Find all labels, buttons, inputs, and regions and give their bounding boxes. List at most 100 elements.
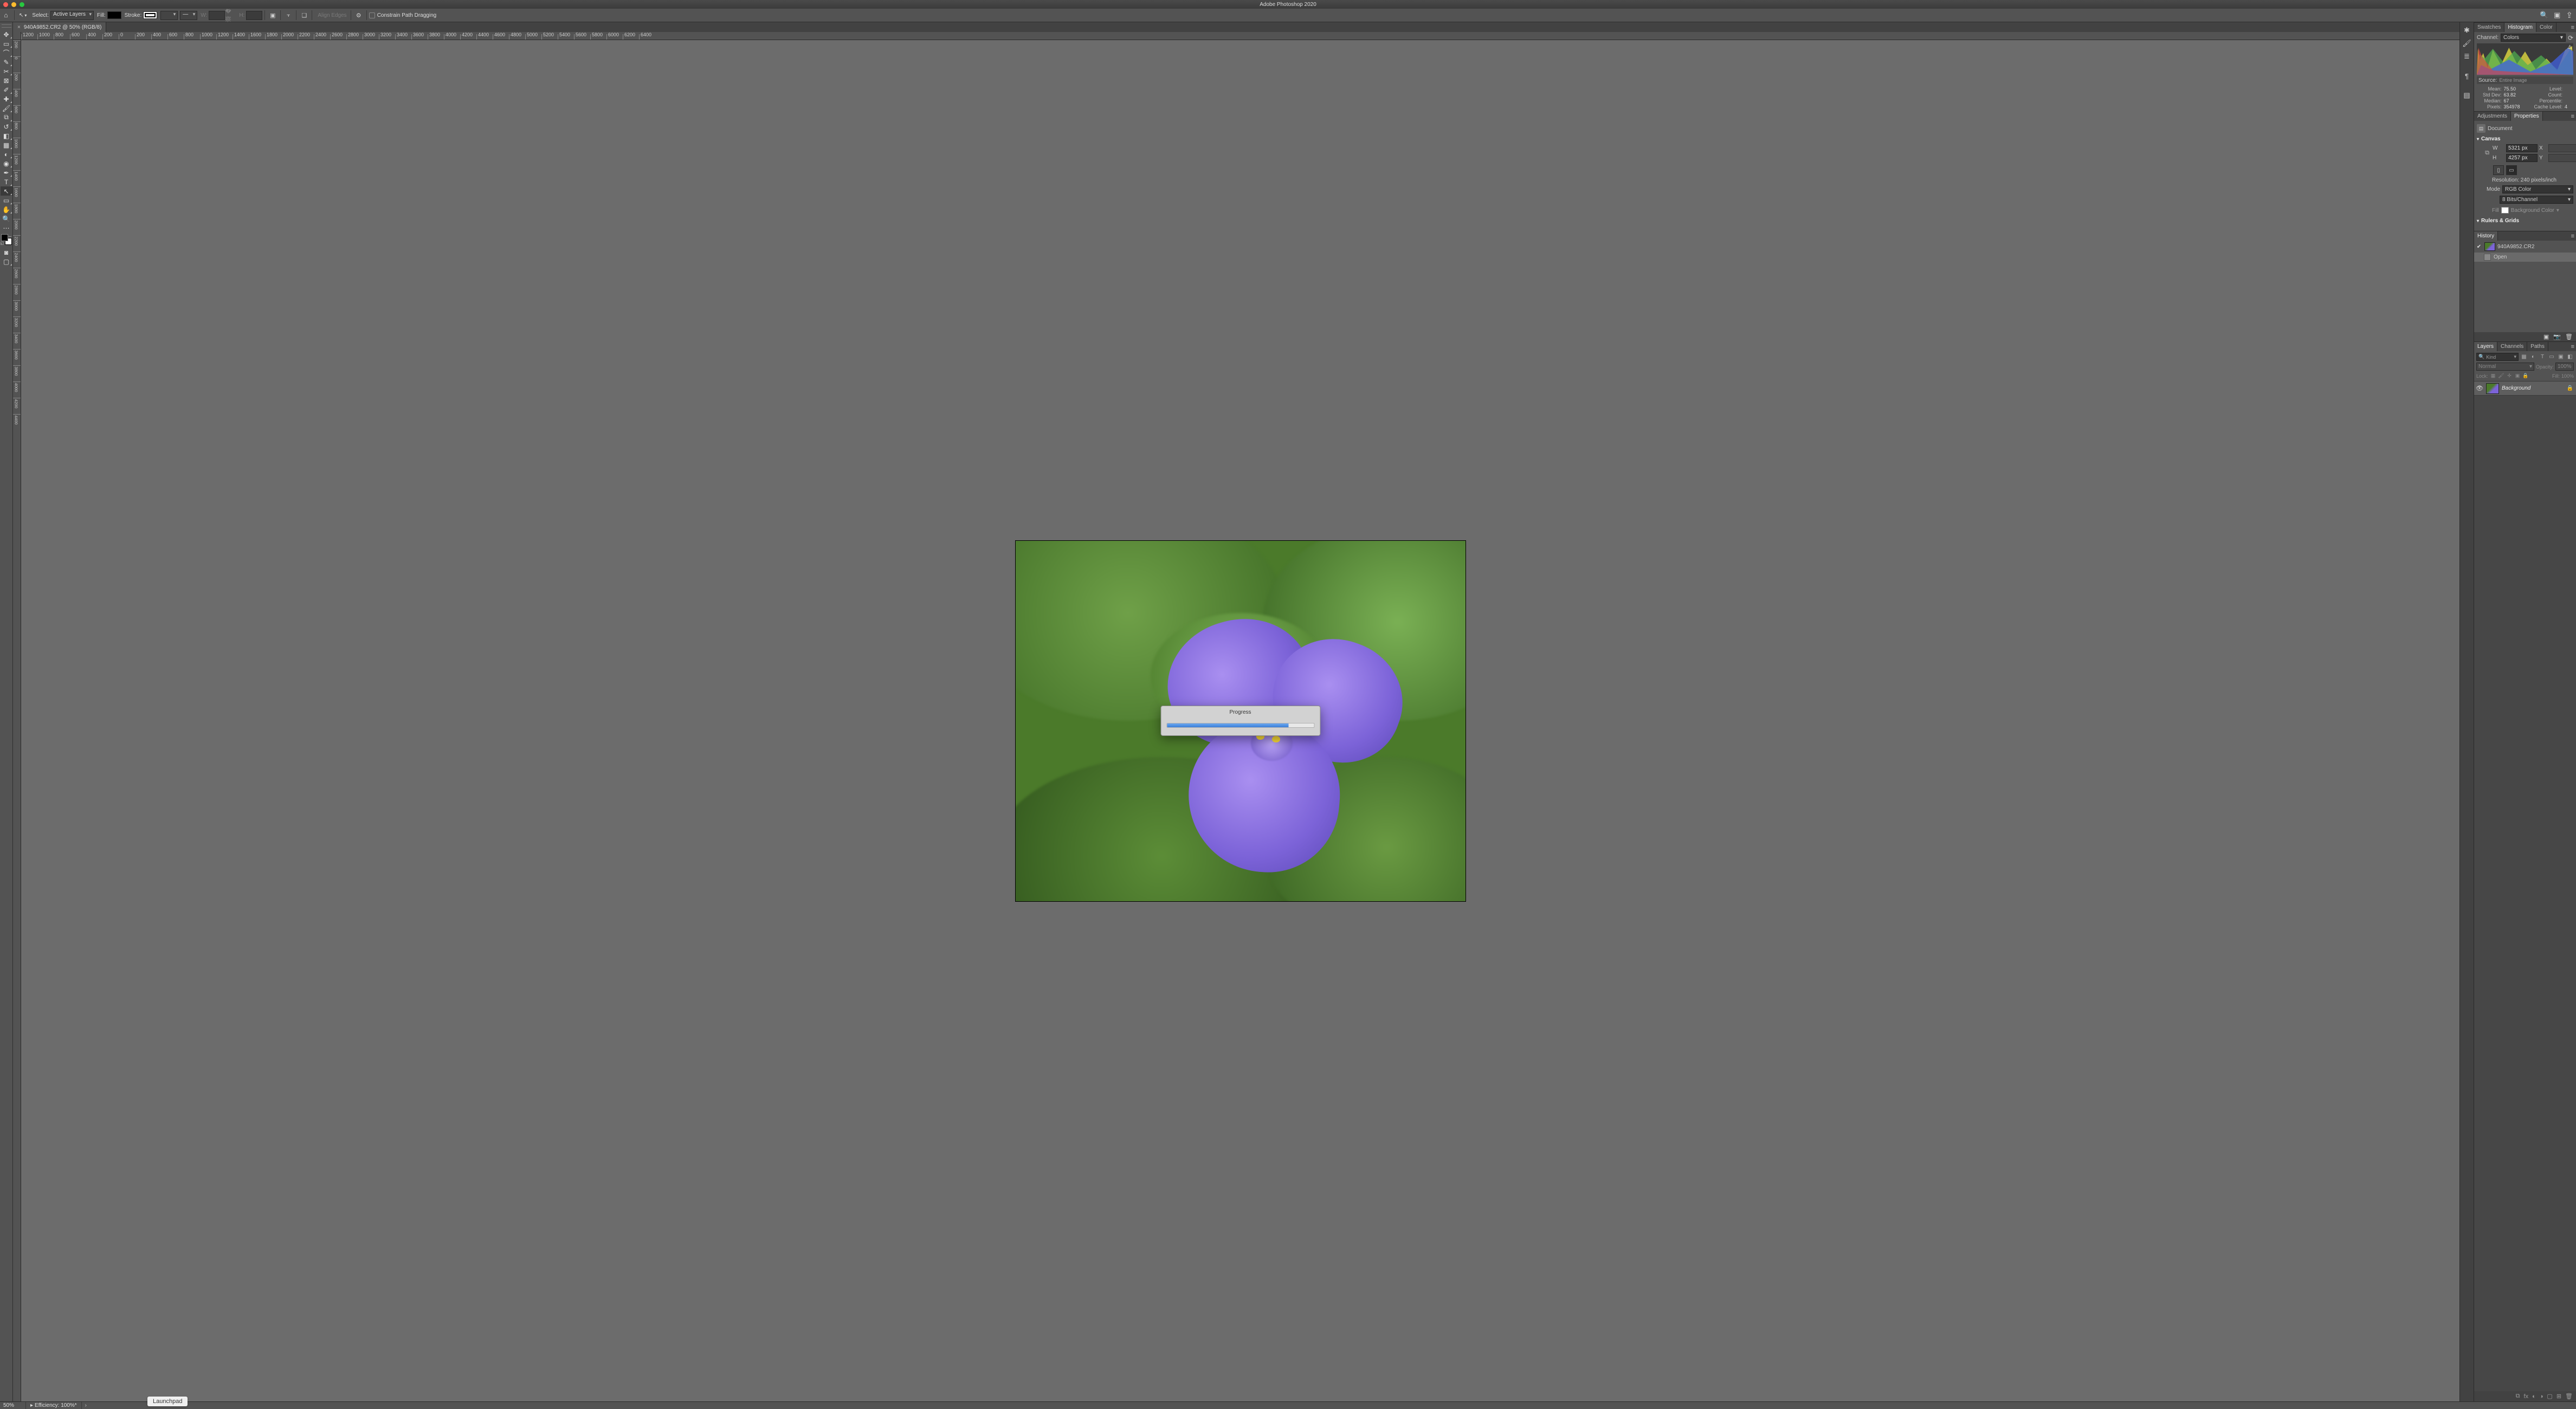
brushes-panel-icon[interactable]: ✱ xyxy=(2461,24,2473,36)
stroke-width-field[interactable] xyxy=(160,11,178,20)
portrait-button[interactable]: ▯ xyxy=(2493,165,2504,175)
tool-preset-picker[interactable]: ↖▾ xyxy=(17,12,29,18)
layer-row[interactable]: 👁 Background 🔒 xyxy=(2474,382,2576,396)
color-mode-dropdown[interactable]: RGB Color▾ xyxy=(2502,185,2573,193)
cache-warning-icon[interactable]: ⚠ xyxy=(2567,44,2572,50)
search-icon[interactable]: 🔍 xyxy=(2540,11,2548,20)
quick-mask-button[interactable]: ◙ xyxy=(1,248,12,257)
layer-thumbnail[interactable] xyxy=(2486,383,2499,394)
link-dimensions-icon[interactable]: ⧉ xyxy=(2483,150,2491,157)
canvas-width-field[interactable] xyxy=(2506,144,2538,152)
vertical-ruler[interactable]: 2000200400600800100012001400160018002000… xyxy=(13,40,21,1401)
type-tool[interactable]: T xyxy=(1,177,12,186)
zoom-field[interactable]: 50% xyxy=(0,1402,26,1409)
width-field[interactable] xyxy=(209,11,225,20)
filter-toggle[interactable]: ◧ xyxy=(2566,353,2574,361)
filter-pixel-icon[interactable]: ▦ xyxy=(2520,353,2528,361)
toolbox-grip[interactable] xyxy=(2,24,11,28)
layer-name[interactable]: Background xyxy=(2502,385,2564,391)
fill-swatch[interactable] xyxy=(107,11,121,19)
stroke-style-dropdown[interactable]: — xyxy=(180,11,197,20)
path-alignment-button[interactable]: ⫟ xyxy=(283,10,294,21)
clone-stamp-tool[interactable]: ⧉ xyxy=(1,113,12,122)
lock-all-icon[interactable]: 🔒 xyxy=(2522,372,2529,379)
layers-panel-menu[interactable]: ≡ xyxy=(2571,344,2574,350)
rectangle-tool[interactable]: ▭ xyxy=(1,196,12,205)
histogram-graph[interactable]: ⚠ xyxy=(2477,43,2573,75)
lock-pixels-icon[interactable]: 🖌 xyxy=(2498,372,2505,379)
screen-mode-button[interactable]: ▢ xyxy=(1,257,12,266)
canvas-fill-swatch[interactable] xyxy=(2501,207,2509,214)
stroke-swatch[interactable] xyxy=(143,11,157,19)
history-brush-source-icon[interactable]: ✔ xyxy=(2476,244,2482,250)
layer-style-icon[interactable]: fx xyxy=(2524,1393,2529,1400)
ruler-origin[interactable] xyxy=(13,32,21,40)
eyedropper-tool[interactable]: ✐ xyxy=(1,85,12,94)
foreground-background-colors[interactable]: ↔◱ xyxy=(1,234,12,245)
frame-tool[interactable]: ⊠ xyxy=(1,76,12,85)
histogram-panel-menu[interactable]: ≡ xyxy=(2571,24,2574,31)
eraser-tool[interactable]: ◧ xyxy=(1,131,12,140)
filter-type-icon[interactable]: T xyxy=(2539,353,2546,361)
layer-mask-icon[interactable]: ◐ xyxy=(2532,1393,2536,1400)
share-icon[interactable]: ⇪ xyxy=(2566,10,2573,20)
delete-layer-icon[interactable]: 🗑 xyxy=(2565,1393,2573,1400)
tab-layers[interactable]: Layers xyxy=(2474,342,2497,351)
height-field[interactable] xyxy=(246,11,262,20)
path-selection-tool[interactable]: ↖ xyxy=(1,186,12,196)
crop-tool[interactable]: ✂ xyxy=(1,67,12,76)
new-fill-adjustment-icon[interactable]: ◑ xyxy=(2540,1393,2543,1400)
tab-history[interactable]: History xyxy=(2474,231,2498,241)
efficiency-readout[interactable]: ▸Efficiency: 100%* xyxy=(26,1402,82,1409)
image-canvas[interactable]: Progress xyxy=(1016,541,1465,901)
create-snapshot-icon[interactable]: 📷 xyxy=(2553,333,2561,340)
blend-mode-dropdown[interactable]: Normal▾ xyxy=(2476,363,2534,371)
canvas-section-header[interactable]: Canvas xyxy=(2477,136,2573,142)
link-wh-icon[interactable]: �察 xyxy=(225,10,236,21)
pen-tool[interactable]: ✒ xyxy=(1,168,12,177)
landscape-button[interactable]: ▭ xyxy=(2506,165,2517,175)
move-tool[interactable]: ✥ xyxy=(1,30,12,39)
select-target-dropdown[interactable]: Active Layers xyxy=(50,11,94,20)
tab-properties[interactable]: Properties xyxy=(2511,112,2543,121)
edit-toolbar-button[interactable]: ⋯ xyxy=(1,223,12,232)
tab-paths[interactable]: Paths xyxy=(2527,342,2548,351)
tab-color[interactable]: Color xyxy=(2536,23,2556,32)
healing-brush-tool[interactable]: ✚ xyxy=(1,94,12,104)
canvas-height-field[interactable] xyxy=(2506,154,2538,162)
home-button[interactable]: ⌂ xyxy=(0,11,12,19)
status-menu-icon[interactable]: › xyxy=(82,1402,90,1408)
lock-transparency-icon[interactable]: ▦ xyxy=(2490,372,2497,379)
zoom-tool[interactable]: 🔍 xyxy=(1,214,12,223)
constrain-checkbox[interactable] xyxy=(369,12,375,18)
tab-swatches[interactable]: Swatches xyxy=(2474,23,2504,32)
layer-fill-field[interactable]: 100% xyxy=(2561,373,2574,379)
layer-visibility-icon[interactable]: 👁 xyxy=(2476,385,2483,392)
clone-source-panel-icon[interactable]: ≣ xyxy=(2461,50,2473,62)
document-tab[interactable]: × 940A9852.CR2 @ 50% (RGB/8) xyxy=(13,22,106,32)
refresh-icon[interactable]: ⟳ xyxy=(2568,34,2573,42)
path-operations-button[interactable]: ▣ xyxy=(267,10,278,21)
horizontal-ruler[interactable]: 1200100080060040020002004006008001000120… xyxy=(21,32,2459,40)
hand-tool[interactable]: ✋ xyxy=(1,205,12,214)
lasso-tool[interactable]: ⌒ xyxy=(1,48,12,57)
dodge-tool[interactable]: ◉ xyxy=(1,159,12,168)
bit-depth-dropdown[interactable]: 8 Bits/Channel▾ xyxy=(2500,196,2573,204)
brush-settings-panel-icon[interactable]: 🖌 xyxy=(2461,37,2473,49)
delete-state-icon[interactable]: 🗑 xyxy=(2565,333,2573,340)
tab-channels[interactable]: Channels xyxy=(2497,342,2527,351)
tab-adjustments[interactable]: Adjustments xyxy=(2474,112,2511,121)
marquee-tool[interactable]: ▭ xyxy=(1,39,12,48)
gear-icon[interactable]: ⚙ xyxy=(353,10,364,21)
create-document-from-state-icon[interactable]: ▣ xyxy=(2543,333,2549,340)
new-layer-icon[interactable]: ⊞ xyxy=(2556,1393,2561,1400)
tab-histogram[interactable]: Histogram xyxy=(2504,23,2536,32)
canvas-fill-value[interactable]: Background Color xyxy=(2511,208,2554,214)
paragraph-panel-icon[interactable]: ¶ xyxy=(2461,70,2473,82)
source-value[interactable]: Entire Image xyxy=(2499,77,2572,83)
opacity-field[interactable]: 100% xyxy=(2555,363,2574,371)
layer-lock-icon[interactable]: 🔒 xyxy=(2567,385,2573,391)
filter-smart-icon[interactable]: ▣ xyxy=(2557,353,2565,361)
blur-tool[interactable]: ◐ xyxy=(1,150,12,159)
layer-filter-kind[interactable]: 🔍 Kind ▾ xyxy=(2476,353,2519,361)
